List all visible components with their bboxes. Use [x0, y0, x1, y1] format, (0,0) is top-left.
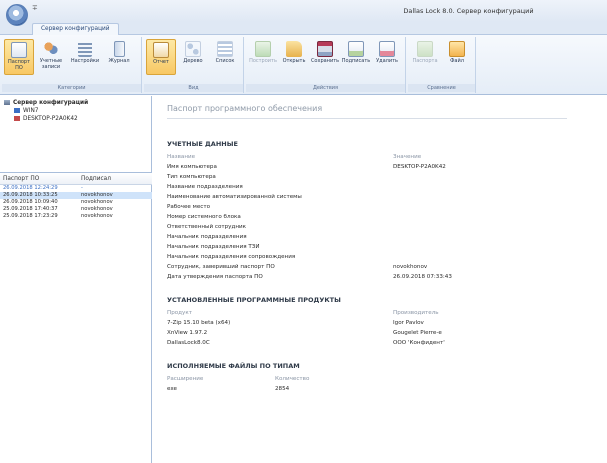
column-header-passport[interactable]: Паспорт ПО	[0, 173, 78, 184]
ribbon-tab-bar: Сервер конфигураций	[0, 22, 607, 35]
list-item[interactable]: 26.09.2018 10:09:40 novokhonov	[0, 199, 152, 206]
table-row: Начальник подразделения	[167, 234, 247, 240]
tree-icon	[185, 41, 201, 57]
page-title: Паспорт программного обеспечения	[167, 104, 323, 113]
ribbon: Паспорт ПО Учетные записи Настройки Журн…	[0, 35, 607, 95]
ribbon-group-actions: Построить Открыть Сохранить Подписать Уд…	[246, 37, 406, 93]
table-row: Номер системного блока	[167, 214, 241, 220]
list-item[interactable]: 26.09.2018 12:24:29 -	[0, 185, 152, 192]
table-row: Тип компьютера	[167, 174, 216, 180]
save-button[interactable]: Сохранить	[310, 39, 340, 75]
list-item[interactable]: 26.09.2018 10:33:25 novokhonov	[0, 192, 152, 199]
computer-icon	[14, 116, 20, 121]
compare-passports-button[interactable]: Паспорта	[410, 39, 440, 75]
compare-file-button[interactable]: Файл	[442, 39, 472, 75]
tree-view-button[interactable]: Дерево	[178, 39, 208, 75]
report-icon	[153, 42, 169, 58]
divider	[167, 118, 567, 119]
table-row: Название подразделения	[167, 184, 243, 190]
journal-icon	[113, 41, 125, 57]
settings-button[interactable]: Настройки	[70, 39, 100, 75]
accounts-button[interactable]: Учетные записи	[36, 39, 66, 75]
list-view-button[interactable]: Список	[210, 39, 240, 75]
table-row: Сотрудник, заверивший паспорт ПО novokhon…	[167, 264, 428, 270]
table-header: Название Значение	[167, 154, 422, 160]
table-row: Рабочее место	[167, 204, 211, 210]
passport-document: Паспорт программного обеспечения УЧЕТНЫЕ…	[153, 96, 607, 463]
passport-list: Паспорт ПО Подписал 26.09.2018 12:24:29 …	[0, 172, 152, 463]
section-title-accounts: УЧЕТНЫЕ ДАННЫЕ	[167, 140, 238, 148]
tree-node-computer[interactable]: DESKTOP-P2A0K42	[4, 115, 148, 123]
table-row: Дата утверждения паспорта ПО 26.09.2018 0…	[167, 274, 452, 280]
sign-icon	[348, 41, 364, 57]
delete-button[interactable]: Удалить	[372, 39, 402, 75]
passports-icon	[417, 41, 433, 57]
build-button[interactable]: Построить	[248, 39, 278, 75]
list-item[interactable]: 25.09.2018 17:23:29 novokhonov	[0, 213, 152, 220]
table-row: Наименование автоматизированной системы	[167, 194, 302, 200]
window-title: Dallas Lock 8.0. Сервер конфигураций	[403, 7, 534, 15]
open-folder-icon	[286, 41, 302, 57]
computer-tree: Сервер конфигураций WIN7 DESKTOP-P2A0K42	[0, 96, 152, 168]
computer-icon	[14, 108, 20, 113]
ribbon-group-view: Отчет Дерево Список Вид	[144, 37, 244, 93]
report-view-button[interactable]: Отчет	[146, 39, 176, 75]
delete-icon	[379, 41, 395, 57]
open-button[interactable]: Открыть	[279, 39, 309, 75]
table-row: XnView 1.97.2 Gougelet Pierre-e	[167, 330, 442, 336]
ribbon-group-compare: Паспорта Файл Сравнение	[408, 37, 476, 93]
table-row: Имя компьютера DESKTOP-P2A0K42	[167, 164, 446, 170]
file-icon	[449, 41, 465, 57]
table-row: 7-Zip 15.10 beta (x64) Igor Pavlov	[167, 320, 424, 326]
title-bar: ∓ Dallas Lock 8.0. Сервер конфигураций	[0, 0, 607, 26]
sign-button[interactable]: Подписать	[341, 39, 371, 75]
section-title-executables: ИСПОЛНЯЕМЫЕ ФАЙЛЫ ПО ТИПАМ	[167, 362, 300, 370]
save-icon	[317, 41, 333, 57]
app-menu-button[interactable]	[6, 4, 28, 26]
list-icon	[217, 41, 233, 57]
build-icon	[255, 41, 271, 57]
table-header: Продукт Производитель	[167, 310, 439, 316]
settings-icon	[78, 41, 92, 57]
table-row: Начальник подразделения сопровождения	[167, 254, 296, 260]
users-icon	[43, 41, 59, 57]
passport-button[interactable]: Паспорт ПО	[4, 39, 34, 75]
passport-icon	[11, 42, 27, 58]
tree-node-computer[interactable]: WIN7	[4, 107, 148, 115]
group-label-view: Вид	[144, 84, 243, 92]
table-row: exe 2854	[167, 386, 290, 392]
list-item[interactable]: 25.09.2018 17:40:37 novokhonov	[0, 206, 152, 213]
left-panel: Сервер конфигураций WIN7 DESKTOP-P2A0K42…	[0, 96, 152, 463]
section-title-software: УСТАНОВЛЕННЫЕ ПРОГРАММНЫЕ ПРОДУКТЫ	[167, 296, 341, 304]
tree-node-root[interactable]: Сервер конфигураций	[4, 99, 148, 107]
table-header: Расширение Количество	[167, 376, 310, 382]
table-row: Начальник подразделения ТЗИ	[167, 244, 260, 250]
passport-list-header: Паспорт ПО Подписал	[0, 173, 152, 185]
group-label-compare: Сравнение	[408, 84, 475, 92]
table-row: DallasLock8.0C ООО 'Конфидент'	[167, 340, 445, 346]
server-icon	[4, 100, 10, 105]
journal-button[interactable]: Журнал	[104, 39, 134, 75]
column-header-signer[interactable]: Подписал	[78, 173, 150, 184]
table-row: Ответственный сотрудник	[167, 224, 247, 230]
ribbon-group-categories: Паспорт ПО Учетные записи Настройки Журн…	[2, 37, 142, 93]
group-label-actions: Действия	[246, 84, 405, 92]
group-label-categories: Категории	[2, 84, 141, 92]
tab-configuration-server[interactable]: Сервер конфигураций	[32, 23, 119, 35]
